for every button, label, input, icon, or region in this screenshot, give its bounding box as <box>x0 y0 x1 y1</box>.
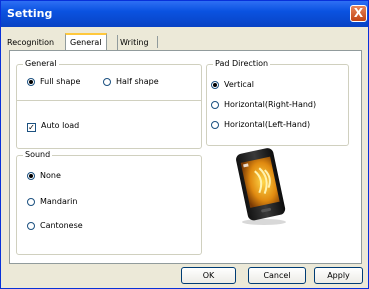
general-legend: General <box>23 59 59 68</box>
horizontal-left-label: Horizontal(Left-Hand) <box>224 120 311 129</box>
general-group: General Full shape Half shape ✓ Auto load <box>16 59 202 149</box>
sound-none-radio[interactable]: None <box>27 171 61 180</box>
vertical-label: Vertical <box>224 80 254 89</box>
radio-icon <box>103 78 111 86</box>
cancel-button[interactable]: Cancel <box>248 267 306 284</box>
sound-mandarin-label: Mandarin <box>40 197 78 206</box>
apply-button[interactable]: Apply <box>314 267 363 284</box>
radio-dot-icon <box>27 78 35 86</box>
full-shape-label: Full shape <box>40 77 81 86</box>
radio-icon <box>27 222 35 230</box>
checkmark-icon: ✓ <box>27 123 36 132</box>
sound-cantonese-label: Cantonese <box>40 221 83 230</box>
sound-mandarin-radio[interactable]: Mandarin <box>27 197 77 206</box>
full-shape-radio[interactable]: Full shape <box>27 77 80 86</box>
tab-general[interactable]: General <box>65 33 107 51</box>
tab-writing[interactable]: Writing <box>117 35 149 50</box>
close-icon[interactable]: X <box>350 5 367 22</box>
vertical-radio[interactable]: Vertical <box>211 80 254 89</box>
horizontal-right-label: Horizontal(Right-Hand) <box>224 100 317 109</box>
radio-icon <box>211 101 219 109</box>
pad-direction-group: Pad Direction Vertical Horizontal(Right-… <box>206 59 349 146</box>
title-bar[interactable]: Setting X <box>1 1 368 27</box>
sound-cantonese-radio[interactable]: Cantonese <box>27 221 83 230</box>
sound-group: Sound None Mandarin Cantonese <box>16 150 202 255</box>
group-separator <box>17 100 201 101</box>
half-shape-radio[interactable]: Half shape <box>103 77 159 86</box>
ok-button[interactable]: OK <box>181 267 236 284</box>
phone-illustration <box>236 148 286 225</box>
tab-divider <box>157 36 158 48</box>
window-title: Setting <box>7 7 53 20</box>
setting-dialog: Setting X Recognition General Writing Ge… <box>0 0 369 289</box>
pad-direction-legend: Pad Direction <box>213 59 271 68</box>
radio-icon <box>211 121 219 129</box>
sound-legend: Sound <box>23 150 53 159</box>
auto-load-checkbox[interactable]: ✓ Auto load <box>27 121 79 132</box>
radio-dot-icon <box>27 172 35 180</box>
sound-none-label: None <box>40 171 61 180</box>
radio-dot-icon <box>211 81 219 89</box>
radio-icon <box>27 198 35 206</box>
half-shape-label: Half shape <box>116 77 159 86</box>
tab-recognition[interactable]: Recognition <box>7 35 54 50</box>
horizontal-left-radio[interactable]: Horizontal(Left-Hand) <box>211 120 310 129</box>
auto-load-label: Auto load <box>41 121 80 130</box>
horizontal-right-radio[interactable]: Horizontal(Right-Hand) <box>211 100 316 109</box>
tab-panel-general: General Full shape Half shape ✓ Auto load… <box>9 50 362 264</box>
